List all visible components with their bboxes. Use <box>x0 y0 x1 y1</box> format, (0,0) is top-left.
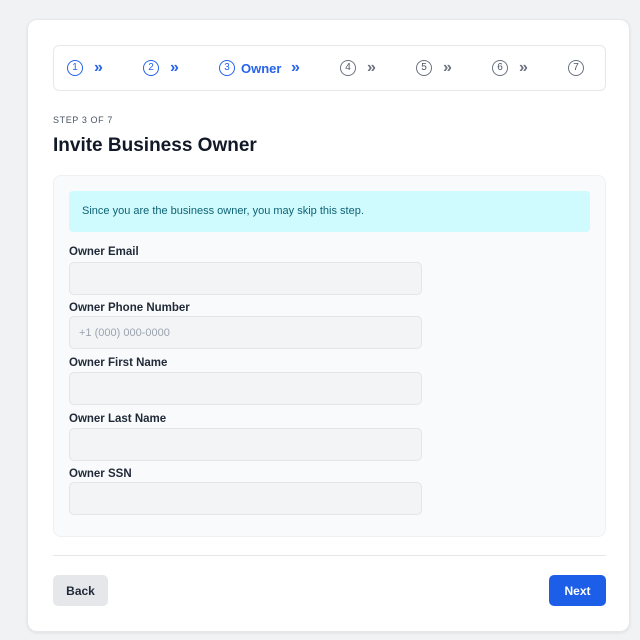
form-panel: Since you are the business owner, you ma… <box>53 175 606 537</box>
double-chevron-right-icon: » <box>519 59 528 76</box>
progress-stepper: 1 » 2 » 3 Owner » 4 » 5 » 6 » 7 <box>53 45 606 91</box>
step-number: 1 <box>67 60 83 76</box>
step-number: 7 <box>568 60 584 76</box>
step-2[interactable]: 2 <box>143 46 159 90</box>
step-7[interactable]: 7 <box>568 46 584 90</box>
step-number: 3 <box>219 60 235 76</box>
onboarding-card: 1 » 2 » 3 Owner » 4 » 5 » 6 » 7 STEP 3 O… <box>27 19 630 632</box>
double-chevron-right-icon: » <box>170 59 179 76</box>
step-number: 4 <box>340 60 356 76</box>
step-3[interactable]: 3 Owner <box>219 46 281 90</box>
owner-last-name-input[interactable] <box>69 428 422 461</box>
step-1[interactable]: 1 <box>67 46 83 90</box>
owner-phone-label: Owner Phone Number <box>69 302 190 314</box>
step-counter: STEP 3 OF 7 <box>53 115 113 125</box>
owner-email-label: Owner Email <box>69 246 139 258</box>
owner-first-name-input[interactable] <box>69 372 422 405</box>
double-chevron-right-icon: » <box>94 59 103 76</box>
step-number: 2 <box>143 60 159 76</box>
page-title: Invite Business Owner <box>53 135 257 156</box>
owner-ssn-label: Owner SSN <box>69 468 132 480</box>
owner-ssn-input[interactable] <box>69 482 422 515</box>
owner-phone-input[interactable] <box>69 316 422 349</box>
step-number: 6 <box>492 60 508 76</box>
double-chevron-right-icon: » <box>291 59 300 76</box>
back-button[interactable]: Back <box>53 575 108 606</box>
step-4[interactable]: 4 <box>340 46 356 90</box>
owner-first-name-label: Owner First Name <box>69 357 168 369</box>
footer-divider <box>53 555 606 556</box>
step-number: 5 <box>416 60 432 76</box>
double-chevron-right-icon: » <box>443 59 452 76</box>
info-notice: Since you are the business owner, you ma… <box>69 191 590 232</box>
step-5[interactable]: 5 <box>416 46 432 90</box>
step-6[interactable]: 6 <box>492 46 508 90</box>
owner-last-name-label: Owner Last Name <box>69 413 167 425</box>
step-label: Owner <box>241 60 282 76</box>
double-chevron-right-icon: » <box>367 59 376 76</box>
owner-email-input[interactable] <box>69 262 422 295</box>
next-button[interactable]: Next <box>549 575 606 606</box>
